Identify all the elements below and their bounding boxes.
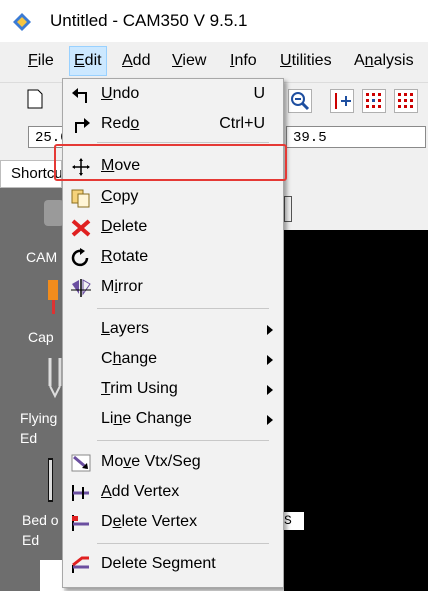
grid-red-icon[interactable] [394, 89, 418, 113]
zoom-icon[interactable] [288, 89, 312, 113]
drill-tool-icon[interactable] [40, 560, 64, 591]
drawing-canvas[interactable] [284, 230, 428, 591]
menu-edit[interactable]: Edit [69, 46, 107, 76]
rotate-icon [71, 248, 89, 267]
undo-shortcut: U [253, 85, 265, 102]
menu-item-line-change[interactable]: Line Change [63, 406, 283, 434]
menu-item-delete-segment[interactable]: Delete Segment [63, 551, 283, 579]
menu-add[interactable]: Add [122, 52, 150, 70]
grid-icon[interactable] [362, 89, 386, 113]
delete-icon [71, 219, 91, 237]
menu-separator [97, 543, 269, 544]
submenu-arrow-icon [267, 325, 273, 335]
menu-analysis[interactable]: Analysis [354, 52, 414, 70]
menu-separator [97, 308, 269, 309]
cam350-app-icon [13, 13, 31, 31]
shortcuts-panel-title: Shortcuts [0, 160, 62, 188]
menu-utilities[interactable]: Utilities [280, 52, 332, 70]
menu-item-layers[interactable]: Layers [63, 316, 283, 344]
menu-item-add-vertex[interactable]: Add Vertex [63, 479, 283, 507]
move-vertex-icon [71, 454, 91, 472]
menu-item-delete[interactable]: Delete [63, 214, 283, 242]
undo-icon [72, 88, 87, 103]
menu-item-undo[interactable]: Undo U [63, 81, 283, 109]
delete-vertex-icon [72, 515, 89, 531]
submenu-arrow-icon [267, 385, 273, 395]
window-title: Untitled - CAM350 V 9.5.1 [50, 11, 248, 30]
shortcuts-panel: CAM Cap Flying Ed Bed o Ed [0, 188, 64, 591]
canvas-header-marker [284, 196, 292, 222]
redo-shortcut: Ctrl+U [219, 115, 265, 132]
menu-file[interactable]: File [28, 52, 54, 70]
menu-item-mirror[interactable]: Mirror [63, 274, 283, 302]
new-file-icon[interactable] [26, 89, 50, 113]
copy-icon [71, 189, 90, 208]
add-vertex-icon [72, 485, 89, 501]
submenu-arrow-icon [267, 415, 273, 425]
menu-item-copy[interactable]: Copy [63, 184, 283, 212]
menu-separator [97, 142, 269, 143]
menu-item-delete-vertex[interactable]: Delete Vertex [63, 509, 283, 537]
menu-item-trim-using[interactable]: Trim Using [63, 376, 283, 404]
menu-separator [97, 440, 269, 441]
snap-icon[interactable] [330, 89, 354, 113]
move-highlight-box [54, 144, 287, 181]
menu-bar: File Edit Add View Info Utilities Analys… [0, 42, 428, 83]
submenu-arrow-icon [267, 355, 273, 365]
menu-info[interactable]: Info [230, 52, 257, 70]
menu-view[interactable]: View [172, 52, 206, 70]
title-bar: Untitled - CAM350 V 9.5.1 [0, 0, 428, 42]
menu-item-rotate[interactable]: Rotate [63, 244, 283, 272]
menu-item-redo[interactable]: Redo Ctrl+U [63, 111, 283, 139]
menu-item-change[interactable]: Change [63, 346, 283, 374]
canvas-header [284, 188, 428, 230]
mirror-icon [71, 279, 91, 297]
y-coordinate-field[interactable]: 39.5 [286, 126, 426, 148]
menu-item-move-vtx-seg[interactable]: Move Vtx/Seg [63, 449, 283, 477]
redo-icon [75, 118, 90, 133]
delete-segment-icon [72, 556, 89, 573]
canvas-label: S [284, 512, 304, 530]
